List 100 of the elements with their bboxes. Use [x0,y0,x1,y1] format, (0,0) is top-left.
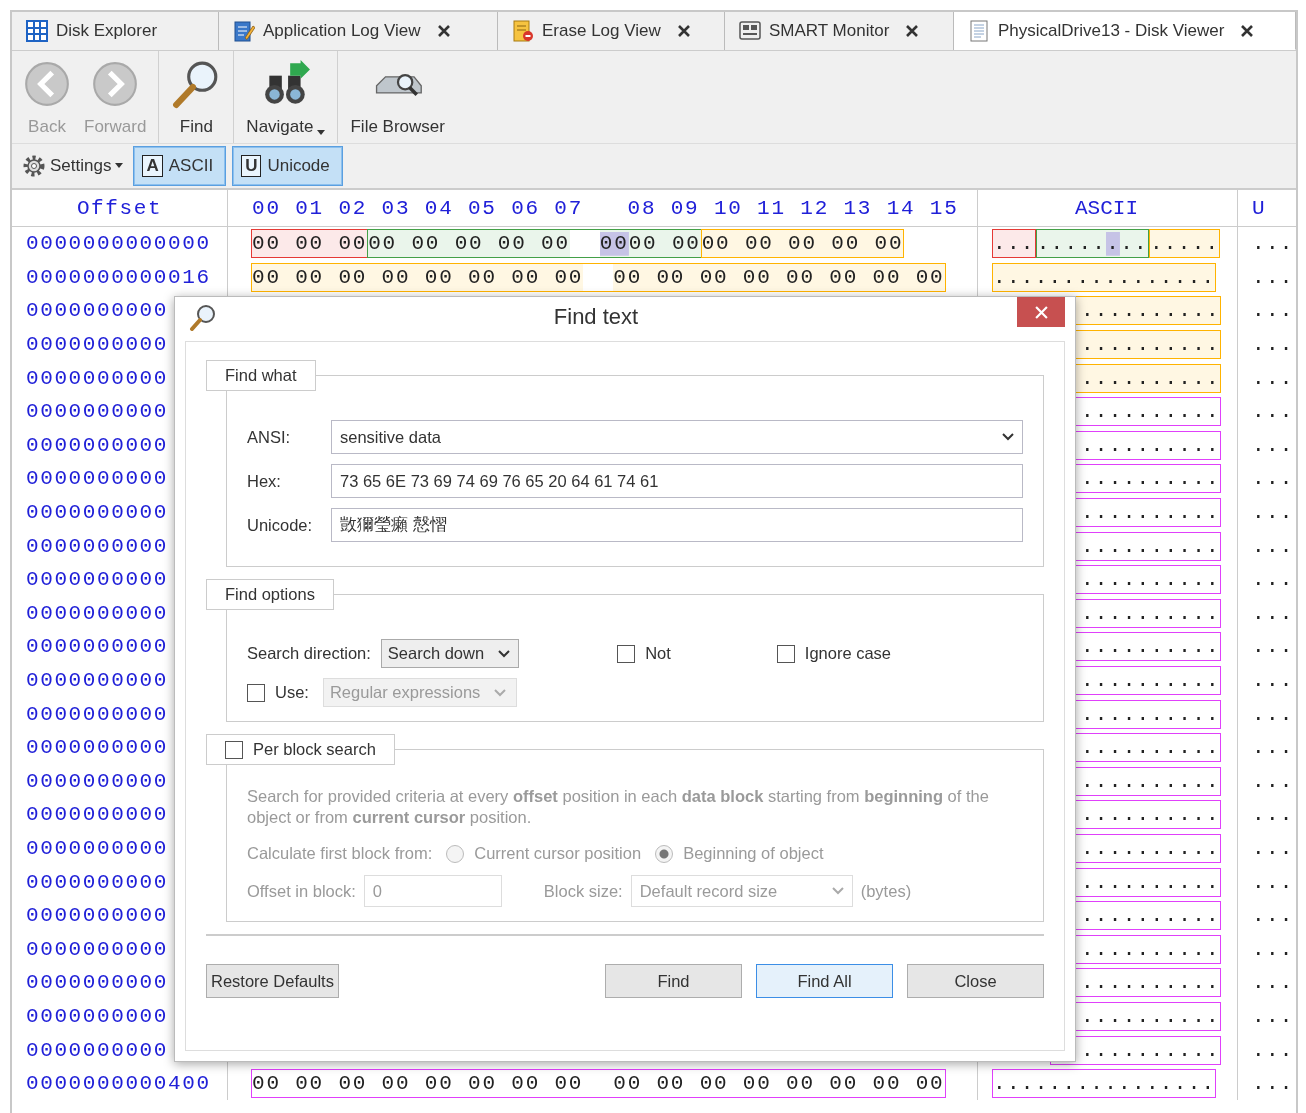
unicode-text: ... [1252,432,1294,459]
column-header: 11 [757,196,787,220]
ascii-text: .......... [1079,466,1220,493]
unicode-text: ... [1252,466,1294,493]
offset-text: 0000000000 [26,669,169,692]
ascii-text: ................ [993,1071,1216,1098]
close-icon[interactable] [436,24,451,38]
field-label: ANSI: [247,427,292,447]
field-label: Hex: [247,471,282,491]
ascii-text: .......... [1079,567,1220,594]
tab[interactable]: SMART Monitor [725,12,954,50]
ascii-text: .......... [1079,1037,1220,1064]
hex-bytes: 00 00 00 00 00 00 00 00 [613,263,945,291]
column-header: 13 [843,196,874,220]
column-header: 09 [670,196,701,220]
close-icon[interactable] [1240,23,1255,38]
view-mode-button[interactable]: U Unicode [232,146,343,186]
close-icon[interactable] [905,24,920,38]
column-header: U [1252,196,1265,220]
toolbar-button[interactable]: Find [158,51,228,143]
column-header: 03 [381,196,412,220]
input-field[interactable]: 敳獮瑩癩 慤慴 [331,508,1023,542]
offset-text: 0000000000 [26,501,169,525]
document-icon [968,19,990,42]
search-icon [189,303,217,331]
column-header: 01 [295,196,325,220]
dialog-button[interactable]: Close [907,964,1044,998]
toolbar-button[interactable]: File Browser [337,51,451,143]
column-header: ASCII [1075,196,1138,220]
dialog-button[interactable]: Restore Defaults [206,964,339,998]
tab[interactable]: Erase Log View [498,12,725,50]
monitor-icon [739,20,761,42]
close-icon [1034,305,1048,319]
view-mode-button[interactable]: A ASCII [133,146,227,186]
grid-icon [26,20,48,42]
unicode-text: ... [1252,1071,1294,1098]
offset-text: 0000000000 [26,601,169,625]
settings-button[interactable]: Settings [18,154,128,178]
ascii-text: .......... [1079,500,1220,527]
ascii-text: .......... [1079,432,1220,459]
offset-text: 0000000000 [26,299,169,323]
unicode-text: ... [1252,701,1294,728]
unicode-text: ... [1252,600,1294,627]
ascii-text: .......... [1079,399,1220,426]
direction-dropdown[interactable]: Search down [380,639,520,668]
ascii-text: .......... [1079,1003,1220,1030]
column-header: 00 [252,196,282,220]
ascii-text: .......... [1079,836,1220,862]
per-block-checkbox[interactable]: Per block search [206,734,395,765]
unicode-text: ... [1252,836,1294,862]
close-button[interactable] [1017,297,1065,327]
settings-icon [22,154,46,178]
unicode-text: ... [1252,298,1294,325]
ascii-text: ..... [1036,230,1107,258]
unicode-text: ... [1252,1037,1294,1064]
offset-text: 0000000000 [26,333,169,357]
offset-text: 0000000000 [26,736,169,760]
column-header: 06 [511,196,541,220]
ignore-case-checkbox[interactable]: Ignore case [776,644,892,663]
offset-text: 0000000000 [26,769,169,793]
unicode-text: ... [1252,735,1294,762]
unicode-text: ... [1252,936,1294,963]
document-badge-icon [512,20,534,42]
column-header: 10 [713,196,744,220]
ascii-text: .......... [1079,903,1220,930]
column-header: Offset [76,196,163,220]
unicode-text: ... [1252,802,1294,829]
unicode-text: ... [1252,399,1294,426]
ascii-text: .......... [1079,735,1220,762]
caret-icon [317,130,326,135]
ascii-text: . [1106,230,1121,258]
tab[interactable]: Disk Explorer [12,12,219,50]
input-field[interactable]: 73 65 6E 73 69 74 69 76 65 20 64 61 74 61 [331,464,1023,498]
offset-text: 0000000000 [26,937,169,961]
chevron-icon [831,887,844,895]
toolbar-button[interactable]: Navigate [233,51,332,143]
unicode-text: ... [1252,567,1294,594]
ascii-text: .......... [1079,701,1220,728]
unicode-text: ... [1252,768,1294,795]
tab[interactable]: PhysicalDrive13 - Disk Viewer [954,12,1296,50]
offset-text: 0000000000 [26,837,169,860]
ascii-text: .......... [1079,634,1220,661]
ascii-text: .......... [1079,668,1220,694]
document-pencil-icon [233,20,255,42]
use-checkbox[interactable]: Use: [247,683,309,702]
ascii-text: .......... [1079,533,1220,560]
close-icon[interactable] [676,24,691,38]
description-text: Search for provided criteria at every offset position in each data block starting from beginning of the object or from current cursor position. [247,786,990,828]
tab[interactable]: Application Log View [219,12,498,50]
ascii-text: .......... [1079,768,1220,795]
group-label: Find what [206,360,316,391]
dialog-button[interactable]: Find All [756,964,893,998]
offset-text: 0000000000 [26,904,169,928]
combo-field[interactable]: sensitive data [331,420,1023,454]
offset-text: 0000000000 [26,702,169,726]
unicode-text: ... [1252,869,1294,896]
unicode-text: ... [1252,264,1294,291]
dialog-button[interactable]: Find [605,964,742,998]
not-checkbox[interactable]: Not [617,644,671,663]
ascii-text: .. [1120,230,1148,258]
